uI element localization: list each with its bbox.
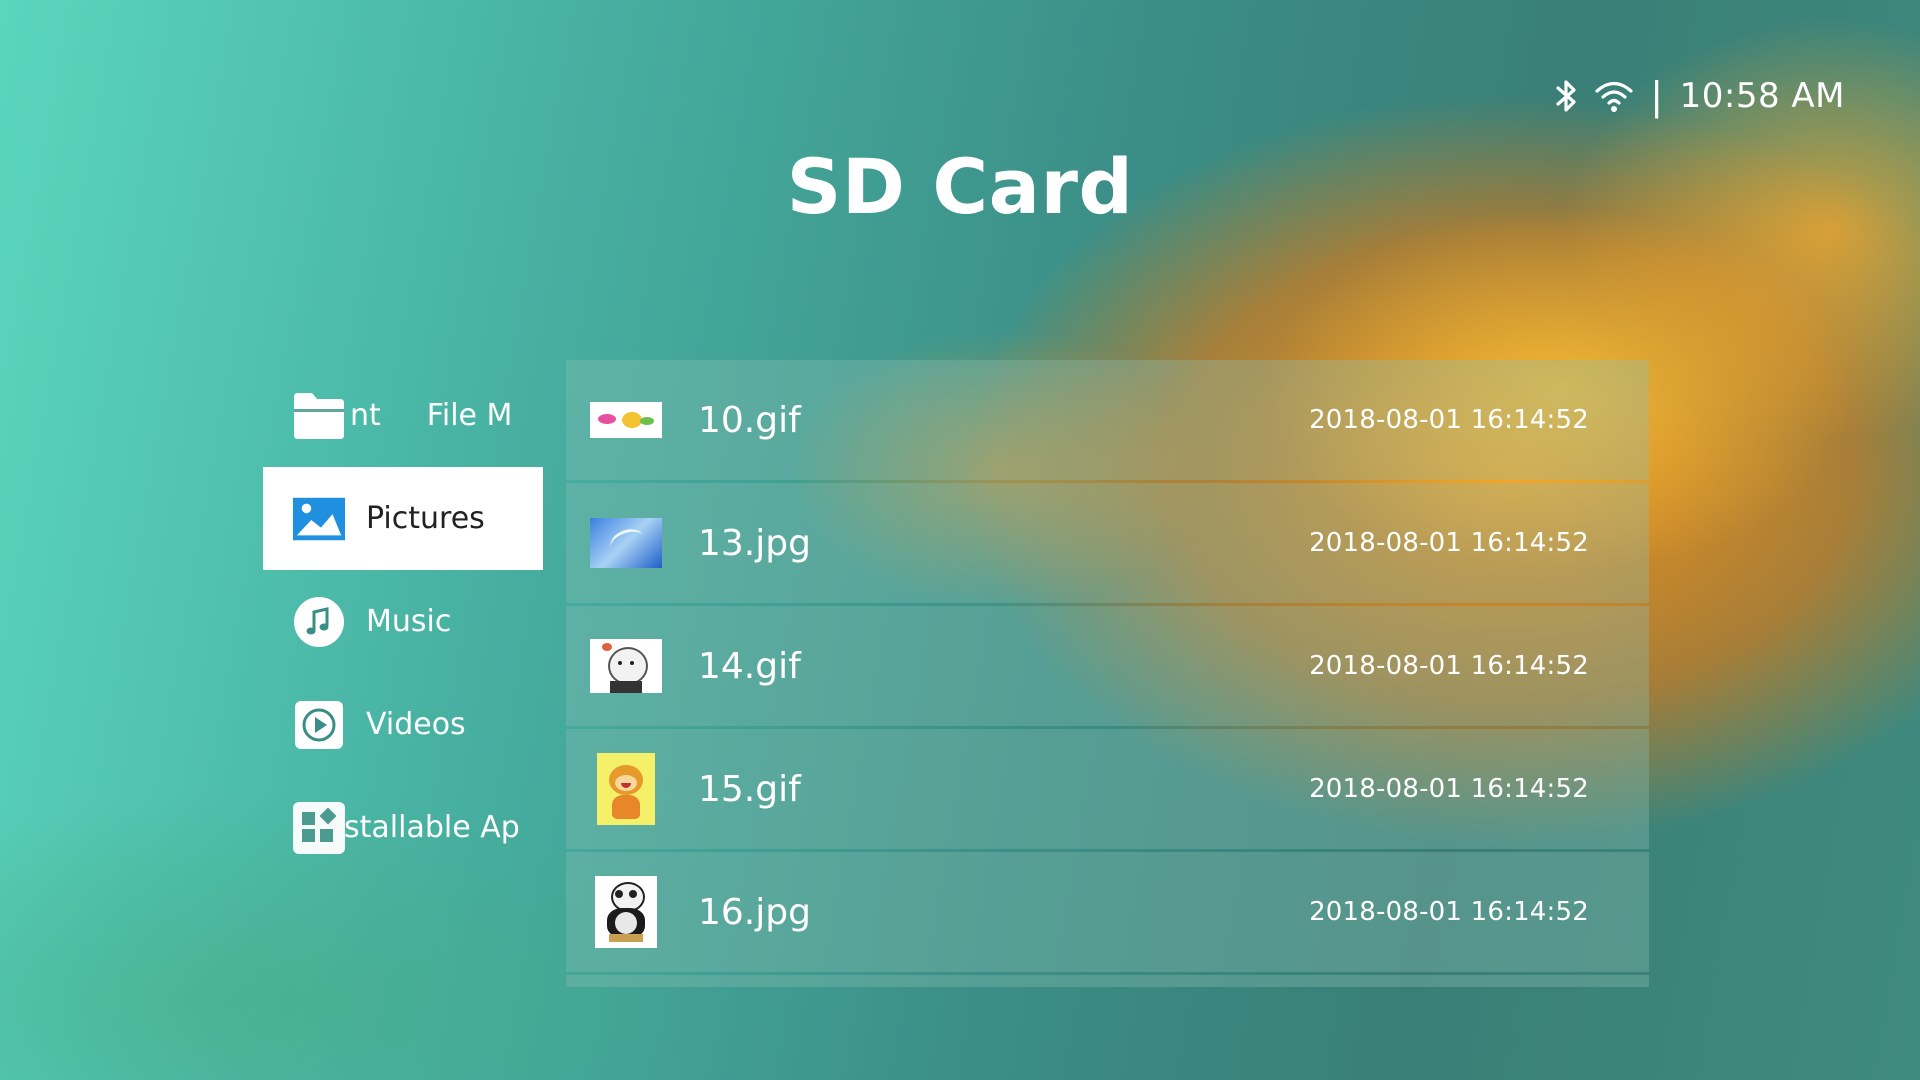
file-date: 2018-08-01 16:14:52 (1309, 528, 1589, 558)
sidebar-item-installable-apps[interactable]: stallable Ap (263, 776, 543, 879)
file-name: 15.gif (698, 768, 801, 810)
status-separator: | (1650, 74, 1664, 118)
bluetooth-icon (1552, 78, 1580, 114)
file-name: 13.jpg (698, 522, 811, 564)
apps-grid-icon (292, 801, 346, 855)
file-thumbnail (590, 507, 662, 579)
sidebar-item-label: Videos (366, 707, 466, 742)
page-title: SD Card (786, 142, 1134, 231)
folder-icon (292, 389, 346, 443)
file-name: 10.gif (698, 399, 801, 441)
file-row-partial (566, 975, 1649, 987)
status-bar: | 10:58 AM (1552, 74, 1845, 118)
wifi-icon (1594, 79, 1634, 113)
file-date: 2018-08-01 16:14:52 (1309, 651, 1589, 681)
file-row[interactable]: 16.jpg 2018-08-01 16:14:52 (566, 852, 1649, 972)
sidebar-item-music[interactable]: Music (263, 570, 543, 673)
sidebar-item-label: stallable Ap (344, 810, 520, 845)
file-date: 2018-08-01 16:14:52 (1309, 774, 1589, 804)
play-icon (292, 698, 346, 752)
sidebar-item-videos[interactable]: Videos (263, 673, 543, 776)
file-row[interactable]: 14.gif 2018-08-01 16:14:52 (566, 606, 1649, 726)
music-note-icon (292, 595, 346, 649)
sidebar-item-pictures[interactable]: Pictures (263, 467, 543, 570)
file-name: 16.jpg (698, 891, 811, 933)
file-name: 14.gif (698, 645, 801, 687)
sidebar-item-label: Pictures (366, 501, 485, 536)
sidebar-item-label: Music (366, 604, 452, 639)
file-list: 10.gif 2018-08-01 16:14:52 13.jpg 2018-0… (566, 360, 1649, 987)
file-row[interactable]: 10.gif 2018-08-01 16:14:52 (566, 360, 1649, 480)
file-row[interactable]: 13.jpg 2018-08-01 16:14:52 (566, 483, 1649, 603)
file-thumbnail (590, 753, 662, 825)
sidebar-item-label: File M (426, 398, 513, 433)
clock: 10:58 AM (1679, 76, 1845, 116)
file-row[interactable]: 15.gif 2018-08-01 16:14:52 (566, 729, 1649, 849)
file-date: 2018-08-01 16:14:52 (1309, 405, 1589, 435)
picture-icon (292, 492, 346, 546)
sidebar-item-file-manager[interactable]: nt File M (263, 364, 543, 467)
file-date: 2018-08-01 16:14:52 (1309, 897, 1589, 927)
file-thumbnail (590, 630, 662, 702)
sidebar-item-label: nt (350, 398, 381, 433)
file-thumbnail (590, 876, 662, 948)
file-thumbnail (590, 384, 662, 456)
sidebar: nt File M Pictures Music Videos stallabl… (263, 364, 543, 879)
